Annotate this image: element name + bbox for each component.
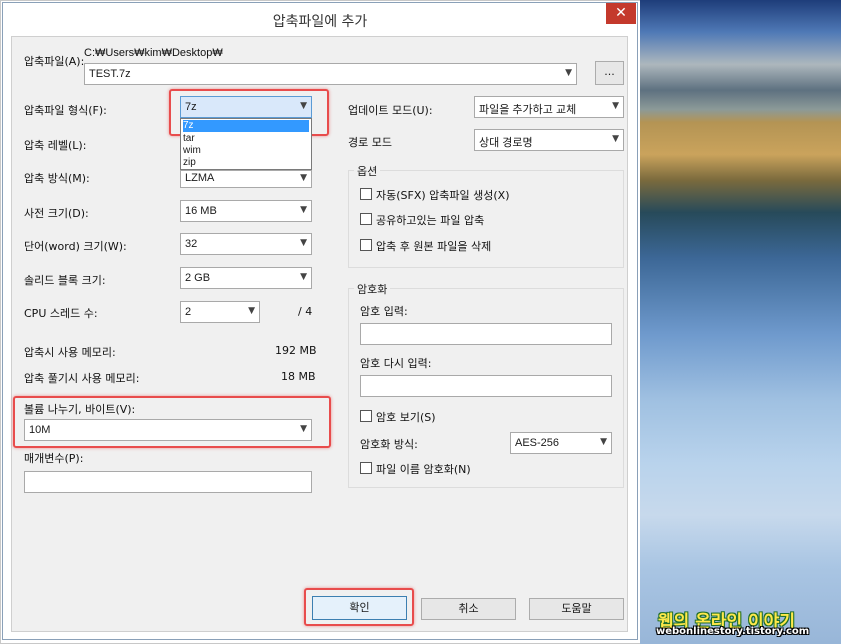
- mem-comp-value: 192 MB: [275, 344, 317, 357]
- enc-method-label: 암호화 방식:: [360, 438, 418, 451]
- path-value: 상대 경로명: [479, 137, 533, 149]
- help-button[interactable]: 도움말: [529, 598, 624, 620]
- show-password-checkbox[interactable]: [360, 410, 372, 422]
- path-label: 경로 모드: [348, 136, 392, 149]
- watermark-url: webonlinestory.tistory.com: [656, 626, 810, 637]
- sfx-label: 자동(SFX) 압축파일 생성(X): [376, 189, 510, 202]
- format-option-7z[interactable]: 7z: [183, 120, 309, 132]
- close-button[interactable]: ✕: [606, 3, 636, 24]
- format-option-tar[interactable]: tar: [183, 133, 195, 145]
- password-input[interactable]: [360, 323, 612, 345]
- chevron-down-icon: ▼: [300, 173, 307, 183]
- chevron-down-icon: ▼: [565, 68, 572, 78]
- format-combo[interactable]: 7z ▼: [180, 96, 312, 118]
- shared-checkbox[interactable]: [360, 213, 372, 225]
- options-title: 옵션: [354, 163, 381, 179]
- chevron-down-icon: ▼: [300, 424, 307, 434]
- cpu-combo[interactable]: 2 ▼: [180, 301, 260, 323]
- archive-name-value: TEST.7z: [89, 68, 131, 80]
- archive-path: C:₩Users₩kim₩Desktop₩: [84, 47, 223, 59]
- params-label: 매개변수(P):: [24, 452, 84, 465]
- show-password-label: 암호 보기(S): [376, 411, 436, 424]
- volume-label: 볼륨 나누기, 바이트(V):: [24, 403, 136, 416]
- password-confirm-input[interactable]: [360, 375, 612, 397]
- desktop-wallpaper: [640, 0, 841, 644]
- format-option-wim[interactable]: wim: [183, 145, 201, 157]
- mem-decomp-value: 18 MB: [281, 370, 316, 383]
- volume-combo[interactable]: 10M ▼: [24, 419, 312, 441]
- chevron-down-icon: ▼: [300, 101, 307, 111]
- cpu-total: / 4: [298, 305, 313, 318]
- chevron-down-icon: ▼: [600, 437, 607, 447]
- cpu-value: 2: [185, 306, 192, 318]
- encrypt-names-label: 파일 이름 암호화(N): [376, 463, 471, 476]
- word-combo[interactable]: 32 ▼: [180, 233, 312, 255]
- close-icon: ✕: [615, 5, 627, 21]
- word-label: 단어(word) 크기(W):: [24, 240, 127, 253]
- ok-button[interactable]: 확인: [312, 596, 407, 620]
- mem-decomp-label: 압축 풀기시 사용 메모리:: [24, 372, 140, 385]
- archive-name-combo[interactable]: TEST.7z ▼: [84, 63, 577, 85]
- format-value: 7z: [185, 101, 197, 113]
- method-value: LZMA: [185, 172, 215, 184]
- params-input[interactable]: [24, 471, 312, 493]
- browse-button[interactable]: ...: [595, 61, 624, 85]
- update-combo[interactable]: 파일을 추가하고 교체 ▼: [474, 96, 624, 118]
- dict-combo[interactable]: 16 MB ▼: [180, 200, 312, 222]
- update-value: 파일을 추가하고 교체: [479, 104, 577, 116]
- mem-comp-label: 압축시 사용 메모리:: [24, 346, 116, 359]
- method-combo[interactable]: LZMA ▼: [180, 170, 312, 188]
- chevron-down-icon: ▼: [300, 205, 307, 215]
- update-label: 업데이트 모드(U):: [348, 104, 433, 117]
- enc-method-combo[interactable]: AES-256 ▼: [510, 432, 612, 454]
- delete-checkbox[interactable]: [360, 239, 372, 251]
- format-option-zip[interactable]: zip: [183, 157, 196, 169]
- solid-label: 솔리드 블록 크기:: [24, 274, 106, 287]
- chevron-down-icon: ▼: [300, 238, 307, 248]
- cpu-label: CPU 스레드 수:: [24, 307, 98, 320]
- method-label: 압축 방식(M):: [24, 172, 90, 185]
- delete-label: 압축 후 원본 파일을 삭제: [376, 240, 492, 253]
- chevron-down-icon: ▼: [612, 134, 619, 144]
- path-combo[interactable]: 상대 경로명 ▼: [474, 129, 624, 151]
- dict-label: 사전 크기(D):: [24, 207, 89, 220]
- format-dropdown-list: 7z tar wim zip: [180, 118, 312, 170]
- title-bar: 압축파일에 추가: [3, 3, 637, 35]
- sfx-checkbox[interactable]: [360, 188, 372, 200]
- password-confirm-label: 암호 다시 입력:: [360, 357, 432, 370]
- format-label: 압축파일 형식(F):: [24, 104, 107, 117]
- encryption-title: 암호화: [354, 281, 391, 297]
- chevron-down-icon: ▼: [248, 306, 255, 316]
- solid-value: 2 GB: [185, 272, 211, 284]
- cancel-button[interactable]: 취소: [421, 598, 516, 620]
- solid-combo[interactable]: 2 GB ▼: [180, 267, 312, 289]
- enc-method-value: AES-256: [515, 437, 560, 449]
- chevron-down-icon: ▼: [612, 101, 619, 111]
- password-label: 암호 입력:: [360, 305, 408, 318]
- archive-label: 압축파일(A):: [24, 55, 85, 68]
- chevron-down-icon: ▼: [300, 272, 307, 282]
- dict-value: 16 MB: [185, 205, 217, 217]
- shared-label: 공유하고있는 파일 압축: [376, 214, 485, 227]
- window-title: 압축파일에 추가: [272, 14, 368, 30]
- level-label: 압축 레벨(L):: [24, 139, 87, 152]
- volume-value: 10M: [29, 424, 51, 436]
- encrypt-names-checkbox[interactable]: [360, 462, 372, 474]
- word-value: 32: [185, 238, 198, 250]
